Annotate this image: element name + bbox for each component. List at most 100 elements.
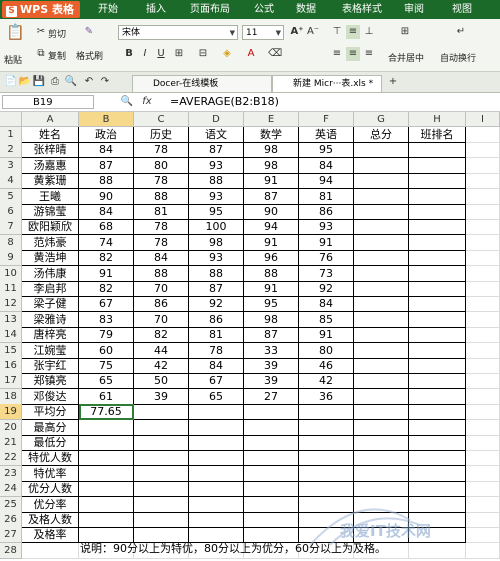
align-top-icon[interactable]: ⊤ (330, 25, 344, 39)
table-cell[interactable] (22, 542, 79, 559)
table-cell[interactable] (466, 265, 500, 282)
row-header[interactable]: 26 (0, 512, 22, 528)
undo-icon[interactable]: ↶ (82, 75, 96, 89)
tab-docer-templates[interactable]: Docer-在线模板 (132, 75, 272, 92)
table-cell[interactable]: 67 (189, 373, 244, 390)
table-cell[interactable]: 78 (134, 142, 189, 159)
table-cell[interactable]: 87 (244, 327, 299, 344)
table-cell[interactable]: 黄浩坤 (22, 250, 79, 267)
table-cell[interactable] (189, 465, 244, 482)
table-cell[interactable]: 91 (244, 173, 299, 190)
save-icon[interactable]: 💾 (32, 75, 46, 89)
row-header[interactable]: 27 (0, 527, 22, 544)
table-cell[interactable]: 84 (134, 250, 189, 267)
row-header[interactable]: 18 (0, 388, 22, 405)
table-cell[interactable] (409, 234, 466, 251)
table-cell[interactable] (299, 419, 354, 436)
table-cell[interactable] (354, 404, 409, 421)
table-cell[interactable] (354, 219, 409, 236)
table-cell[interactable]: 及格人数 (22, 512, 79, 528)
row-header[interactable]: 1 (0, 127, 22, 143)
row-header[interactable]: 4 (0, 173, 22, 190)
table-cell[interactable]: 梁雅诗 (22, 311, 79, 328)
table-cell[interactable] (409, 404, 466, 421)
table-cell[interactable] (409, 311, 466, 328)
table-cell[interactable] (354, 296, 409, 313)
row-header[interactable]: 17 (0, 373, 22, 390)
print-icon[interactable]: ⎙ (48, 75, 62, 89)
table-cell[interactable]: 95 (299, 142, 354, 159)
table-cell[interactable]: 98 (244, 142, 299, 159)
app-menu-button[interactable]: S WPS 表格 (2, 1, 80, 18)
table-cell[interactable] (354, 327, 409, 344)
table-cell[interactable] (354, 358, 409, 374)
table-cell[interactable] (189, 450, 244, 467)
table-cell[interactable]: 70 (134, 311, 189, 328)
table-cell[interactable] (466, 296, 500, 313)
table-cell[interactable]: 最高分 (22, 419, 79, 436)
add-tab-icon[interactable]: + (386, 75, 400, 89)
table-cell[interactable]: 汤嘉惠 (22, 157, 79, 174)
table-cell[interactable] (466, 404, 500, 421)
wrap-text-button[interactable]: 自动换行 (440, 51, 476, 64)
table-cell[interactable] (134, 496, 189, 513)
row-header[interactable]: 12 (0, 296, 22, 313)
table-cell[interactable] (466, 234, 500, 251)
table-cell[interactable]: 张宇红 (22, 358, 79, 374)
table-cell[interactable] (299, 465, 354, 482)
table-cell[interactable]: 73 (299, 265, 354, 282)
row-header[interactable]: 24 (0, 481, 22, 498)
table-cell[interactable]: 93 (189, 157, 244, 174)
table-cell[interactable]: 93 (189, 188, 244, 205)
table-cell[interactable] (409, 204, 466, 220)
table-cell[interactable] (409, 142, 466, 159)
table-cell[interactable] (354, 173, 409, 190)
table-cell[interactable]: 唐梓亮 (22, 327, 79, 344)
row-header[interactable]: 2 (0, 142, 22, 159)
paste-button[interactable]: 粘贴 (4, 53, 22, 66)
table-cell[interactable] (354, 311, 409, 328)
menu-view[interactable]: 视图 (452, 0, 472, 19)
row-header[interactable]: 19 (0, 404, 22, 421)
row-header[interactable]: 7 (0, 219, 22, 236)
table-cell[interactable] (79, 450, 134, 467)
table-cell[interactable]: 黄紫珊 (22, 173, 79, 190)
table-cell[interactable]: 84 (79, 142, 134, 159)
table-cell[interactable] (466, 358, 500, 374)
row-header[interactable]: 14 (0, 327, 22, 344)
column-header-a[interactable]: A (22, 112, 79, 127)
redo-icon[interactable]: ↷ (98, 75, 112, 89)
table-cell[interactable]: 江婉莹 (22, 342, 79, 359)
table-cell[interactable]: 39 (244, 373, 299, 390)
merge-center-button[interactable]: 合并居中 (388, 51, 424, 64)
table-cell[interactable] (409, 157, 466, 174)
table-cell[interactable] (466, 465, 500, 482)
table-cell[interactable] (409, 435, 466, 451)
table-cell[interactable]: 61 (79, 388, 134, 405)
table-cell[interactable] (409, 450, 466, 467)
table-cell[interactable] (79, 465, 134, 482)
copy-button[interactable]: 复制 (48, 49, 66, 62)
table-cell[interactable]: 最低分 (22, 435, 79, 451)
table-cell[interactable]: 李启邦 (22, 281, 79, 297)
table-cell[interactable]: 78 (134, 173, 189, 190)
table-cell[interactable]: 总分 (354, 127, 409, 143)
table-cell[interactable] (409, 250, 466, 267)
underline-icon[interactable]: U (154, 47, 168, 61)
table-cell[interactable]: 46 (299, 358, 354, 374)
table-cell[interactable] (466, 327, 500, 344)
copy-icon[interactable]: ⧉ (34, 47, 48, 61)
table-cell[interactable]: 42 (299, 373, 354, 390)
print-preview-icon[interactable]: 🔍 (64, 75, 78, 89)
row-header[interactable]: 28 (0, 542, 22, 559)
table-cell[interactable] (244, 481, 299, 498)
table-cell[interactable]: 优分人数 (22, 481, 79, 498)
row-header[interactable]: 8 (0, 234, 22, 251)
active-cell[interactable]: 77.65 (79, 404, 134, 421)
table-cell[interactable] (244, 435, 299, 451)
table-cell[interactable]: 86 (299, 204, 354, 220)
table-cell[interactable]: 91 (244, 234, 299, 251)
table-cell[interactable] (466, 419, 500, 436)
table-cell[interactable]: 98 (189, 234, 244, 251)
table-cell[interactable] (189, 512, 244, 528)
